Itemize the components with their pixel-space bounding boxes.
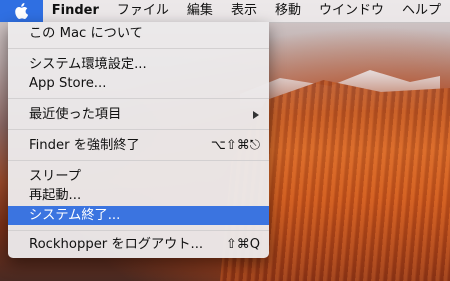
menu-item-recent-items[interactable]: 最近使った項目: [8, 105, 269, 124]
menu-item-label: 再起動...: [29, 188, 82, 203]
menu-item-shut-down[interactable]: システム終了...: [8, 206, 269, 225]
menu-item-label: システム終了...: [29, 208, 121, 223]
menu-item-shortcut: ⌥⇧⌘⎋: [210, 138, 260, 153]
menu-item-app-store[interactable]: App Store...: [8, 74, 269, 93]
menu-item-system-preferences[interactable]: システム環境設定...: [8, 55, 269, 74]
menu-item-force-quit-finder[interactable]: Finder を強制終了 ⌥⇧⌘⎋: [8, 136, 269, 155]
menu-item-shortcut: ⇧⌘Q: [225, 237, 260, 252]
menu-bar: Finder ファイル 編集 表示 移動 ウインドウ ヘルプ: [0, 0, 450, 23]
menu-item-sleep[interactable]: スリープ: [8, 167, 269, 186]
menu-item-label: Finder を強制終了: [29, 138, 140, 153]
menu-separator: [8, 230, 269, 231]
menu-go[interactable]: 移動: [266, 0, 310, 22]
menu-finder[interactable]: Finder: [43, 0, 108, 22]
menu-item-label: システム環境設定...: [29, 57, 147, 72]
submenu-arrow-icon: [253, 111, 259, 119]
menu-item-log-out[interactable]: Rockhopper をログアウト... ⇧⌘Q: [8, 235, 269, 254]
menu-item-label: スリープ: [29, 169, 81, 184]
menu-item-label: 最近使った項目: [29, 107, 122, 122]
apple-logo-icon: [15, 3, 29, 19]
menu-window[interactable]: ウインドウ: [310, 0, 393, 22]
menu-item-label: この Mac について: [29, 26, 143, 41]
menu-separator: [8, 98, 269, 99]
menu-separator: [8, 129, 269, 130]
menu-file[interactable]: ファイル: [108, 0, 178, 22]
menu-help[interactable]: ヘルプ: [393, 0, 450, 22]
menu-item-label: Rockhopper をログアウト...: [29, 237, 204, 252]
menu-item-about-this-mac[interactable]: この Mac について: [8, 24, 269, 43]
menu-item-restart[interactable]: 再起動...: [8, 186, 269, 205]
menu-view[interactable]: 表示: [222, 0, 266, 22]
menu-separator: [8, 160, 269, 161]
menu-separator: [8, 48, 269, 49]
menu-edit[interactable]: 編集: [178, 0, 222, 22]
apple-menu-dropdown: この Mac について システム環境設定... App Store... 最近使…: [8, 22, 269, 258]
menu-item-label: App Store...: [29, 76, 107, 91]
apple-menu-button[interactable]: [0, 0, 43, 22]
